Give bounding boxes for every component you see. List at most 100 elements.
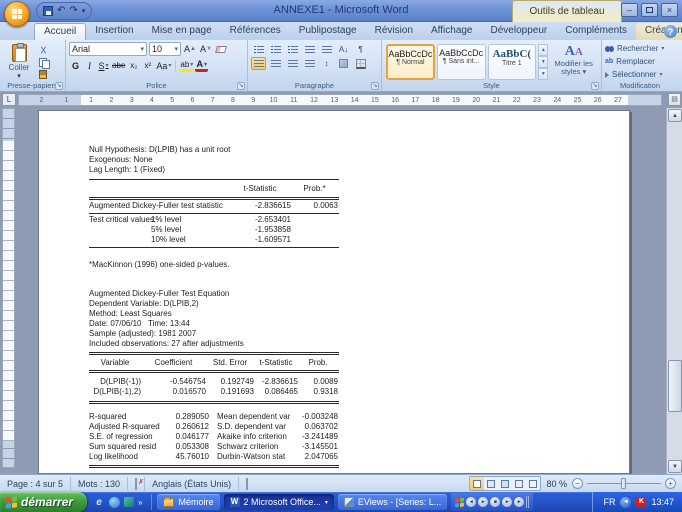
wmp-prev-button[interactable]: ◄ [466,497,477,507]
font-dialog-launcher[interactable]: ↘ [237,82,245,90]
style-titre-1[interactable]: AaBbC( Titre 1 [487,44,537,80]
paste-button[interactable]: Coller ▾ [3,42,35,80]
styles-dialog-launcher[interactable]: ↘ [591,82,599,90]
start-button[interactable]: démarrer [0,492,88,512]
restore-button[interactable] [641,3,658,17]
fullscreen-reading-view-button[interactable] [484,477,498,490]
change-case-button[interactable]: Aa ▾ [155,59,172,72]
scrollbar-thumb[interactable] [668,360,682,412]
font-size-combo[interactable]: 10 ▾ [149,42,181,56]
format-painter-button[interactable] [35,70,51,80]
macro-record-button[interactable] [239,477,255,491]
line-spacing-button[interactable]: ↕ [319,57,334,70]
language-indicator[interactable]: Anglais (États Unis) [145,476,240,491]
bullets-button[interactable] [251,43,266,56]
change-styles-button[interactable]: AA Modifier les styles ▾ [549,42,598,80]
zoom-level[interactable]: 80 % [546,479,567,489]
tab-accueil[interactable]: Accueil [34,23,87,40]
borders-button[interactable] [353,57,368,70]
toolbar-grip[interactable] [526,496,530,508]
wmp-stop-button[interactable]: ■ [490,497,501,507]
increase-indent-button[interactable] [319,43,334,56]
wmp-play-button[interactable]: ► [478,497,489,507]
wmp-next-button[interactable]: ► [514,497,525,507]
horizontal-ruler[interactable]: 21 1 2 3 4 5 6 7 8 9 10 11 12 13 14 15 16 17 18 19 20 21 22 23… [18,94,662,106]
tab-mise-en-page[interactable]: Mise en page [143,23,221,40]
copy-button[interactable] [35,57,51,69]
taskbar-item-word-group[interactable]: W 2 Microsoft Office... ▾ [223,494,334,510]
scroll-down-button[interactable]: ▼ [668,460,682,473]
taskbar-item-eviews[interactable]: EViews - [Series: L... [337,494,448,510]
tab-references[interactable]: Références [221,23,290,40]
style-normal[interactable]: AaBbCcDc ¶ Normal [386,44,435,80]
draft-view-button[interactable] [526,477,540,490]
tab-developpeur[interactable]: Développeur [482,23,557,40]
subscript-button[interactable]: x₂ [127,59,140,72]
tab-affichage[interactable]: Affichage [422,23,482,40]
antivirus-tray-icon[interactable]: K [636,497,647,507]
word-count[interactable]: Mots : 130 [71,476,129,491]
proofing-status[interactable] [128,476,146,491]
numbering-button[interactable] [268,43,283,56]
quick-launch-overflow-icon[interactable]: » [138,498,142,507]
scroll-up-button[interactable]: ▲ [668,109,682,122]
web-layout-view-button[interactable] [498,477,512,490]
internet-explorer-icon[interactable]: e [93,496,105,508]
zoom-track[interactable] [587,478,661,489]
align-center-button[interactable] [268,57,283,70]
clear-formatting-button[interactable] [215,43,228,56]
show-paragraph-marks-button[interactable]: ¶ [353,43,368,56]
hide-icons-chevron-icon[interactable]: ◄ [620,496,632,508]
justify-button[interactable] [302,57,317,70]
tab-insertion[interactable]: Insertion [86,23,142,40]
multilevel-list-button[interactable] [285,43,300,56]
paragraph-dialog-launcher[interactable]: ↘ [371,82,379,90]
sort-button[interactable]: A↓ [336,43,351,56]
paste-dropdown-icon[interactable]: ▾ [17,72,21,80]
select-button[interactable]: Sélectionner ▾ [605,68,675,81]
vertical-scrollbar[interactable]: ▲ ▼ [666,108,682,474]
decrease-indent-button[interactable] [302,43,317,56]
close-button[interactable]: × [661,3,678,17]
ruler-toggle-button[interactable]: ▤ [668,93,681,106]
zoom-in-button[interactable]: + [665,478,676,489]
zoom-thumb[interactable] [621,478,626,489]
align-right-button[interactable] [285,57,300,70]
taskbar-item-memoire[interactable]: Mémoire [157,494,220,510]
superscript-button[interactable]: x² [141,59,154,72]
strikethrough-button[interactable]: abe [111,59,126,72]
shading-button[interactable] [336,57,351,70]
media-player-icon[interactable] [124,497,135,507]
tab-complements[interactable]: Compléments [556,23,636,40]
tab-publipostage[interactable]: Publipostage [290,23,366,40]
minimize-button[interactable]: – [621,3,638,17]
messenger-icon[interactable] [109,496,121,508]
align-left-button[interactable] [251,57,266,70]
clipboard-dialog-launcher[interactable]: ↘ [55,82,63,90]
tab-revision[interactable]: Révision [366,23,422,40]
font-name-combo[interactable]: Arial ▾ [69,42,147,56]
replace-button[interactable]: ab Remplacer [605,55,675,68]
shrink-font-button[interactable]: A ▼ [199,43,213,56]
underline-button[interactable]: S ▾ [97,59,110,72]
document-page[interactable]: Null Hypothesis: D(LPIB) has a unit root… [38,110,630,474]
italic-button[interactable]: I [83,59,96,72]
font-color-button[interactable]: A ▾ [195,59,209,72]
print-layout-view-button[interactable] [470,477,485,490]
vertical-ruler[interactable] [2,108,15,468]
wmp-mute-button[interactable]: ► [502,497,513,507]
outline-view-button[interactable] [512,477,526,490]
tab-selector-button[interactable]: L [2,93,16,106]
highlight-button[interactable]: ab ▾ [179,59,195,72]
find-button[interactable]: Rechercher ▾ [605,42,675,55]
cut-button[interactable] [35,45,51,55]
style-sans-interligne[interactable]: AaBbCcDc ¶ Sans int... [436,44,486,80]
zoom-out-button[interactable]: − [572,478,583,489]
page-indicator[interactable]: Page : 4 sur 5 [0,476,72,491]
language-bar[interactable]: FR [603,497,615,507]
style-gallery-scrollbar[interactable]: ▲ ▼ ▼ [538,44,549,80]
bold-button[interactable]: G [69,59,82,72]
office-button[interactable] [4,1,30,27]
grow-font-button[interactable]: A ▲ [183,43,197,56]
help-button[interactable]: ? [664,25,677,38]
